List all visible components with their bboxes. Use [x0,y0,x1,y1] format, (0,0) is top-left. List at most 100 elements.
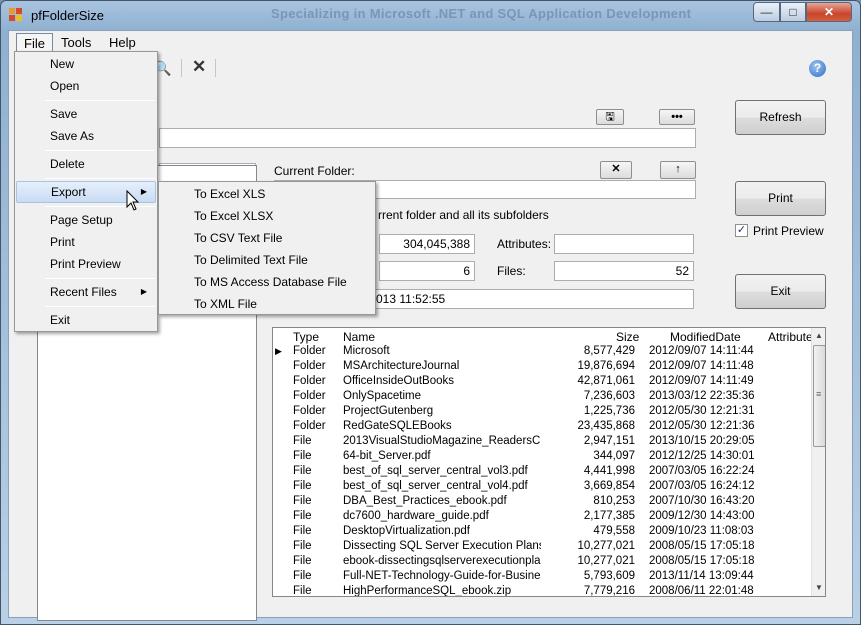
menu-item-delete[interactable]: Delete [17,153,155,175]
column-header-name[interactable]: Name [343,330,375,344]
menu-separator [45,100,155,101]
delete-x-icon[interactable]: ✕ [192,57,206,77]
menu-item-save[interactable]: Save [17,103,155,125]
row-header[interactable] [273,480,290,495]
files-label: Files: [497,264,526,278]
export-to-xml[interactable]: To XML File [161,293,373,315]
toolbar-separator [215,59,216,77]
file-grid[interactable]: Type Name Size ModifiedDate Attributes ▶… [272,327,826,597]
title-bar[interactable]: pfFolderSize Specializing in Microsoft .… [1,1,860,29]
row-header[interactable] [273,585,290,596]
row-header[interactable] [273,360,290,375]
table-row[interactable]: File 2013VisualStudioMagazine_ReadersChoi… [273,435,811,450]
table-row[interactable]: File Dissecting SQL Server Execution Plan… [273,540,811,555]
menu-item-save-as[interactable]: Save As [17,125,155,147]
table-row[interactable]: File HighPerformanceSQL_ebook.zip 7,779,21… [273,585,811,597]
menu-item-print-preview[interactable]: Print Preview [17,253,155,275]
menu-file[interactable]: File [16,33,53,53]
row-header[interactable] [273,420,290,435]
menu-tools[interactable]: Tools [54,33,98,53]
menu-item-page-setup[interactable]: Page Setup [17,209,155,231]
save-path-button[interactable]: 🖫 [596,109,624,125]
cell-type: File [293,525,312,537]
clear-folder-button[interactable]: ✕ [600,161,632,179]
export-to-xlsx[interactable]: To Excel XLSX [161,205,373,227]
column-header-size[interactable]: Size [616,330,639,344]
row-header[interactable] [273,375,290,390]
row-header[interactable] [273,405,290,420]
menu-item-recent-files[interactable]: Recent Files ▶ [17,281,155,303]
cell-size: 1,225,736 [583,405,635,417]
cell-size: 8,577,429 [583,345,635,357]
export-to-csv[interactable]: To CSV Text File [161,227,373,249]
scroll-down-icon[interactable]: ▼ [815,583,823,592]
cell-name: Microsoft [343,345,390,357]
table-row[interactable]: File best_of_sql_server_central_vol3.pdf 4… [273,465,811,480]
table-row[interactable]: ▶ Folder Microsoft 8,577,429 2012/09/07 14:1… [273,345,811,360]
submenu-arrow-icon: ▶ [140,187,147,196]
print-button[interactable]: Print [735,181,826,216]
refresh-button[interactable]: Refresh [735,100,826,135]
row-header[interactable] [273,465,290,480]
cell-name: dc7600_hardware_guide.pdf [343,510,489,522]
menu-bar: File Tools Help [9,31,852,53]
column-header-type[interactable]: Type [293,330,319,344]
export-to-xls[interactable]: To Excel XLS [161,183,373,205]
cell-modified-date: 2007/03/05 16:22:24 [649,465,755,477]
path-input[interactable] [159,128,696,148]
menu-item-exit[interactable]: Exit [17,309,155,331]
scroll-thumb[interactable]: ≡ [813,345,825,447]
cell-type: File [293,555,312,567]
close-button[interactable]: ✕ [806,2,852,22]
table-row[interactable]: File DesktopVirtualization.pdf 479,558 2009… [273,525,811,540]
scroll-up-icon[interactable]: ▲ [815,331,823,340]
table-row[interactable]: Folder MSArchitectureJournal 19,876,694 201… [273,360,811,375]
file-count-value: 52 [554,261,694,281]
help-icon[interactable]: ? [809,60,826,77]
exit-button[interactable]: Exit [735,274,826,309]
table-row[interactable]: File best_of_sql_server_central_vol4.pdf 3… [273,480,811,495]
cell-size: 479,558 [593,525,635,537]
table-row[interactable]: Folder OfficeInsideOutBooks 42,871,061 2012… [273,375,811,390]
cell-size: 2,177,385 [583,510,635,522]
browse-button[interactable]: ••• [659,109,695,125]
maximize-button[interactable]: □ [780,2,806,22]
cell-name: DBA_Best_Practices_ebook.pdf [343,495,507,507]
cell-modified-date: 2012/05/30 12:21:36 [649,420,755,432]
row-header[interactable] [273,390,290,405]
table-row[interactable]: Folder RedGateSQLEBooks 23,435,868 2012/05/… [273,420,811,435]
minimize-button[interactable]: — [753,2,780,22]
submenu-arrow-icon: ▶ [140,287,147,296]
grid-vertical-scrollbar[interactable]: ▲ ≡ ▼ [811,328,825,596]
column-header-modified-date[interactable]: ModifiedDate [670,330,741,344]
menu-item-print[interactable]: Print [17,231,155,253]
menu-item-new[interactable]: New [17,53,155,75]
menu-item-open[interactable]: Open [17,75,155,97]
row-header[interactable] [273,570,290,585]
table-row[interactable]: File ebook-dissectingsqlserverexecutionpl… [273,555,811,570]
cell-modified-date: 2009/12/30 14:43:00 [649,510,755,522]
folder-up-button[interactable]: ↑ [660,161,696,179]
export-to-delimited[interactable]: To Delimited Text File [161,249,373,271]
cell-modified-date: 2012/12/25 14:30:01 [649,450,755,462]
row-header[interactable] [273,495,290,510]
table-row[interactable]: Folder ProjectGutenberg 1,225,736 2012/05/3… [273,405,811,420]
row-header[interactable] [273,525,290,540]
row-header[interactable] [273,540,290,555]
row-header[interactable]: ▶ [273,345,290,360]
print-preview-checkbox[interactable]: ✓ [735,224,748,237]
row-header[interactable] [273,450,290,465]
row-header[interactable] [273,555,290,570]
table-row[interactable]: File dc7600_hardware_guide.pdf 2,177,385 20… [273,510,811,525]
menu-help[interactable]: Help [102,33,143,53]
row-header[interactable] [273,435,290,450]
export-to-access[interactable]: To MS Access Database File [161,271,373,293]
cell-name: HighPerformanceSQL_ebook.zip [343,585,512,597]
table-row[interactable]: File Full-NET-Technology-Guide-for-Busine… [273,570,811,585]
row-header[interactable] [273,510,290,525]
cell-type: File [293,510,312,522]
table-row[interactable]: File DBA_Best_Practices_ebook.pdf 810,253 2… [273,495,811,510]
cell-size: 2,947,151 [583,435,635,447]
table-row[interactable]: File 64-bit_Server.pdf 344,097 2012/12/25 1… [273,450,811,465]
table-row[interactable]: Folder OnlySpacetime 7,236,603 2013/03/12 2… [273,390,811,405]
